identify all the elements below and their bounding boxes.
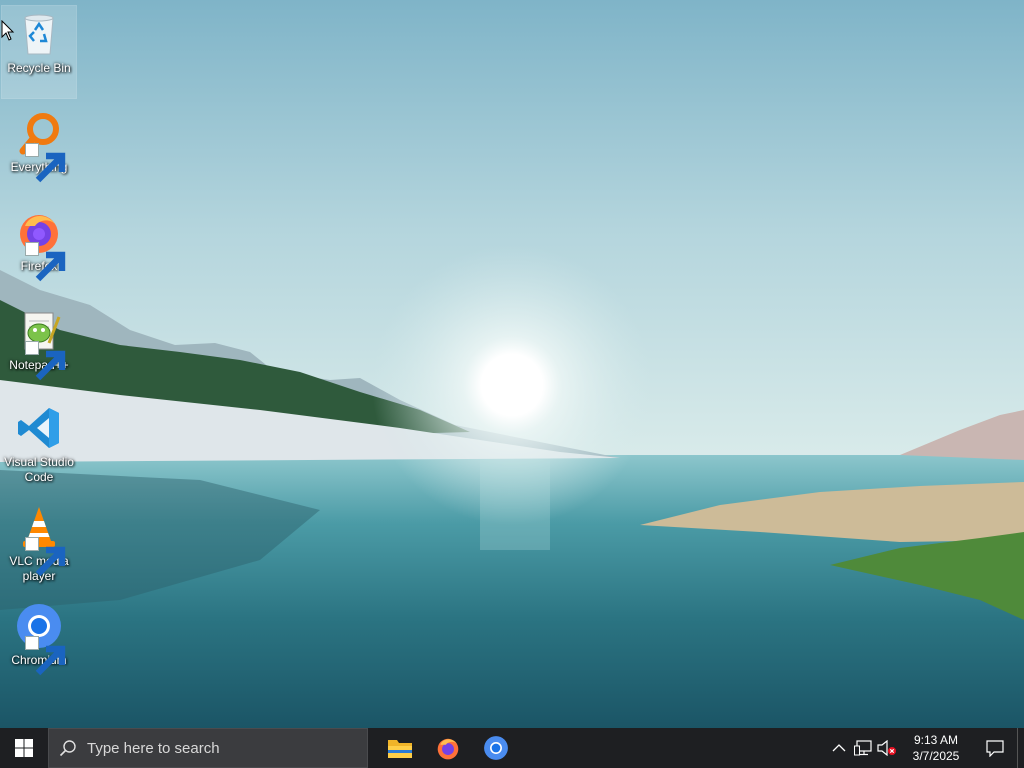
desktop-icon-label: Visual Studio Code	[4, 455, 74, 484]
shortcut-arrow-icon	[25, 636, 66, 676]
file-explorer-icon	[388, 740, 412, 758]
desktop-icon-vscode[interactable]: Visual Studio Code	[2, 400, 76, 492]
taskbar-app-firefox[interactable]	[424, 728, 472, 768]
taskbar-clock[interactable]: 9:13 AM 3/7/2025	[899, 728, 973, 768]
shortcut-arrow-icon	[25, 242, 66, 282]
firefox-icon	[15, 208, 66, 282]
network-icon[interactable]	[851, 728, 875, 768]
volume-muted-icon[interactable]	[875, 728, 899, 768]
wallpaper	[0, 0, 1024, 728]
action-center-button[interactable]	[973, 728, 1017, 768]
desktop-icon-firefox[interactable]: Firefox	[2, 204, 76, 296]
shortcut-arrow-icon	[25, 143, 66, 183]
shortcut-arrow-icon	[25, 341, 66, 381]
desktop-icon-label: Recycle Bin	[7, 61, 71, 75]
chromium-icon	[484, 736, 508, 760]
desktop[interactable]: Recycle Bin Everything Firefox Notepad++…	[0, 0, 1024, 728]
notepad-plus-plus-icon	[15, 307, 66, 381]
recycle-bin-icon	[15, 10, 63, 58]
desktop-icon-chromium[interactable]: Chromium	[2, 598, 76, 690]
mouse-cursor-icon	[1, 20, 15, 41]
clock-time: 9:13 AM	[913, 733, 959, 747]
clock-date: 3/7/2025	[912, 749, 960, 763]
desktop-icon-vlc[interactable]: VLC media player	[2, 499, 76, 591]
desktop-icon-everything[interactable]: Everything	[2, 105, 76, 197]
notification-icon	[986, 740, 1004, 757]
firefox-icon	[437, 738, 459, 760]
start-button[interactable]	[0, 728, 48, 768]
search-icon	[49, 739, 87, 757]
desktop-icon-notepad-plus-plus[interactable]: Notepad++	[2, 303, 76, 395]
system-tray: 9:13 AM 3/7/2025	[827, 728, 1024, 768]
everything-search-icon	[15, 109, 66, 183]
taskbar-app-file-explorer[interactable]	[376, 728, 424, 768]
taskbar: Type here to search 9:13 AM 3/7/2025	[0, 728, 1024, 768]
taskbar-search-box[interactable]: Type here to search	[48, 728, 368, 768]
taskbar-app-chromium[interactable]	[472, 728, 520, 768]
vlc-icon	[15, 503, 66, 577]
shortcut-arrow-icon	[25, 537, 66, 577]
chevron-up-icon[interactable]	[827, 728, 851, 768]
search-placeholder: Type here to search	[87, 739, 220, 757]
show-desktop-button[interactable]	[1017, 728, 1024, 768]
vscode-icon	[15, 404, 63, 452]
chromium-icon	[15, 602, 66, 676]
windows-logo-icon	[15, 739, 33, 757]
